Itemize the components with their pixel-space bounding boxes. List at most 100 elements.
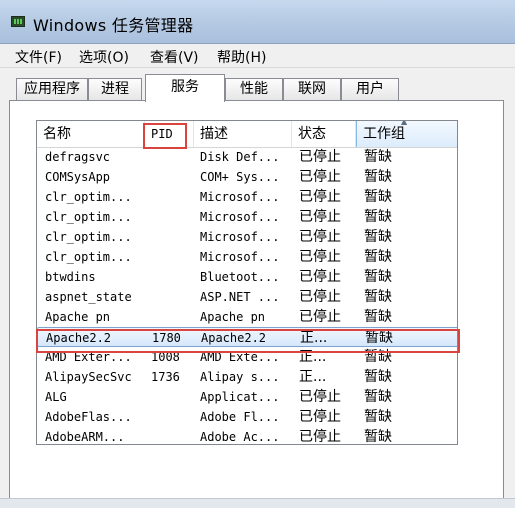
sort-ascending-icon: ▲ [401, 120, 408, 126]
service-pid [151, 147, 191, 167]
menu-help[interactable]: 帮助(H) [217, 47, 266, 67]
tab-applications[interactable]: 应用程序 [16, 78, 88, 100]
selected-row-highlight [36, 329, 460, 353]
menu-options[interactable]: 选项(O) [79, 47, 129, 67]
service-group: 暂缺 [364, 389, 392, 405]
services-list[interactable]: 名称 PID 描述 状态 ▲ 工作组 defragsvc Disk Def... 已… [36, 120, 458, 445]
service-name: clr_optim... [45, 190, 132, 204]
service-row[interactable]: ALG Applicat... 已停止 暂缺 [37, 387, 457, 407]
service-desc: Microsof... [200, 230, 280, 244]
service-name: ALG [45, 390, 67, 404]
service-desc: Apache pn [200, 310, 266, 324]
service-status: 已停止 [299, 309, 341, 325]
service-desc: Microsof... [200, 210, 280, 224]
service-row[interactable]: btwdins Bluetoot... 已停止 暂缺 [37, 267, 457, 287]
service-group: 暂缺 [364, 209, 392, 225]
service-pid: 1736 [151, 370, 180, 384]
service-desc: Alipay s... [200, 370, 280, 384]
service-desc: Adobe Fl... [200, 410, 280, 424]
service-row[interactable]: AdobeARM... Adobe Ac... 已停止 暂缺 [37, 427, 457, 445]
tab-networking[interactable]: 联网 [283, 78, 341, 100]
service-pid [151, 407, 191, 427]
column-header-name[interactable]: 名称 [37, 121, 145, 147]
service-row[interactable]: clr_optim... Microsof... 已停止 暂缺 [37, 207, 457, 227]
service-row[interactable]: clr_optim... Microsof... 已停止 暂缺 [37, 247, 457, 267]
service-name: AdobeFlas... [45, 410, 132, 424]
service-status: 已停止 [299, 389, 341, 405]
service-pid [151, 167, 191, 187]
menu-file[interactable]: 文件(F) [15, 47, 62, 67]
service-name: aspnet_state [45, 290, 132, 304]
service-pid [151, 287, 191, 307]
service-group: 暂缺 [364, 269, 392, 285]
service-desc: Disk Def... [200, 150, 280, 164]
service-pid [151, 207, 191, 227]
service-group: 暂缺 [364, 409, 392, 425]
service-status: 正... [299, 369, 327, 385]
service-status: 已停止 [299, 269, 341, 285]
service-desc: COM+ Sys... [200, 170, 280, 184]
service-row[interactable]: AlipaySecSvc 1736 Alipay s... 正... 暂缺 [37, 367, 457, 387]
tab-users[interactable]: 用户 [341, 78, 399, 100]
service-status: 已停止 [299, 409, 341, 425]
column-header-workgroup-label: 工作组 [363, 126, 405, 142]
service-group: 暂缺 [364, 169, 392, 185]
service-name: defragsvc [45, 150, 111, 164]
service-status: 已停止 [299, 169, 341, 185]
service-name: clr_optim... [45, 230, 132, 244]
service-pid [151, 307, 191, 327]
title-bar[interactable]: Windows 任务管理器 [0, 0, 515, 44]
service-row[interactable]: Apache pn Apache pn 已停止 暂缺 [37, 307, 457, 327]
service-name: btwdins [45, 270, 96, 284]
service-desc: Applicat... [200, 390, 280, 404]
service-name: clr_optim... [45, 250, 132, 264]
column-header-status[interactable]: 状态 [292, 121, 356, 147]
service-pid [151, 427, 191, 444]
service-desc: Microsof... [200, 250, 280, 264]
service-desc: Bluetoot... [200, 270, 280, 284]
service-pid [151, 387, 191, 407]
service-row[interactable]: aspnet_state ASP.NET ... 已停止 暂缺 [37, 287, 457, 307]
window-title: Windows 任务管理器 [33, 16, 194, 35]
column-header-description[interactable]: 描述 [194, 121, 292, 147]
list-header: 名称 PID 描述 状态 ▲ 工作组 [37, 120, 457, 148]
service-status: 已停止 [299, 289, 341, 305]
menu-bar: 文件(F) 选项(O) 查看(V) 帮助(H) [0, 44, 515, 68]
tab-performance[interactable]: 性能 [225, 78, 283, 100]
service-status: 已停止 [299, 149, 341, 165]
service-status: 已停止 [299, 229, 341, 245]
service-row[interactable]: AdobeFlas... Adobe Fl... 已停止 暂缺 [37, 407, 457, 427]
service-group: 暂缺 [364, 429, 392, 445]
service-status: 已停止 [299, 429, 341, 445]
service-row[interactable]: COMSysApp COM+ Sys... 已停止 暂缺 [37, 167, 457, 187]
service-status: 已停止 [299, 189, 341, 205]
service-status: 已停止 [299, 209, 341, 225]
service-group: 暂缺 [364, 229, 392, 245]
task-manager-icon [11, 16, 25, 27]
service-group: 暂缺 [364, 309, 392, 325]
service-row[interactable]: clr_optim... Microsof... 已停止 暂缺 [37, 187, 457, 207]
service-desc: ASP.NET ... [200, 290, 280, 304]
service-status: 已停止 [299, 249, 341, 265]
service-desc: Microsof... [200, 190, 280, 204]
service-name: Apache pn [45, 310, 111, 324]
service-name: AlipaySecSvc [45, 370, 132, 384]
tab-processes[interactable]: 进程 [88, 78, 142, 100]
service-desc: Adobe Ac... [200, 430, 280, 444]
service-group: 暂缺 [364, 249, 392, 265]
pid-header-highlight [143, 123, 187, 149]
service-name: COMSysApp [45, 170, 111, 184]
service-group: 暂缺 [364, 289, 392, 305]
tab-services[interactable]: 服务 [145, 74, 225, 102]
service-pid [151, 227, 191, 247]
service-pid [151, 187, 191, 207]
service-pid [151, 247, 191, 267]
service-row[interactable]: defragsvc Disk Def... 已停止 暂缺 [37, 147, 457, 167]
service-group: 暂缺 [364, 369, 392, 385]
column-header-workgroup[interactable]: ▲ 工作组 [356, 120, 457, 147]
service-group: 暂缺 [364, 189, 392, 205]
service-pid [151, 267, 191, 287]
service-name: clr_optim... [45, 210, 132, 224]
service-row[interactable]: clr_optim... Microsof... 已停止 暂缺 [37, 227, 457, 247]
menu-view[interactable]: 查看(V) [150, 47, 199, 67]
